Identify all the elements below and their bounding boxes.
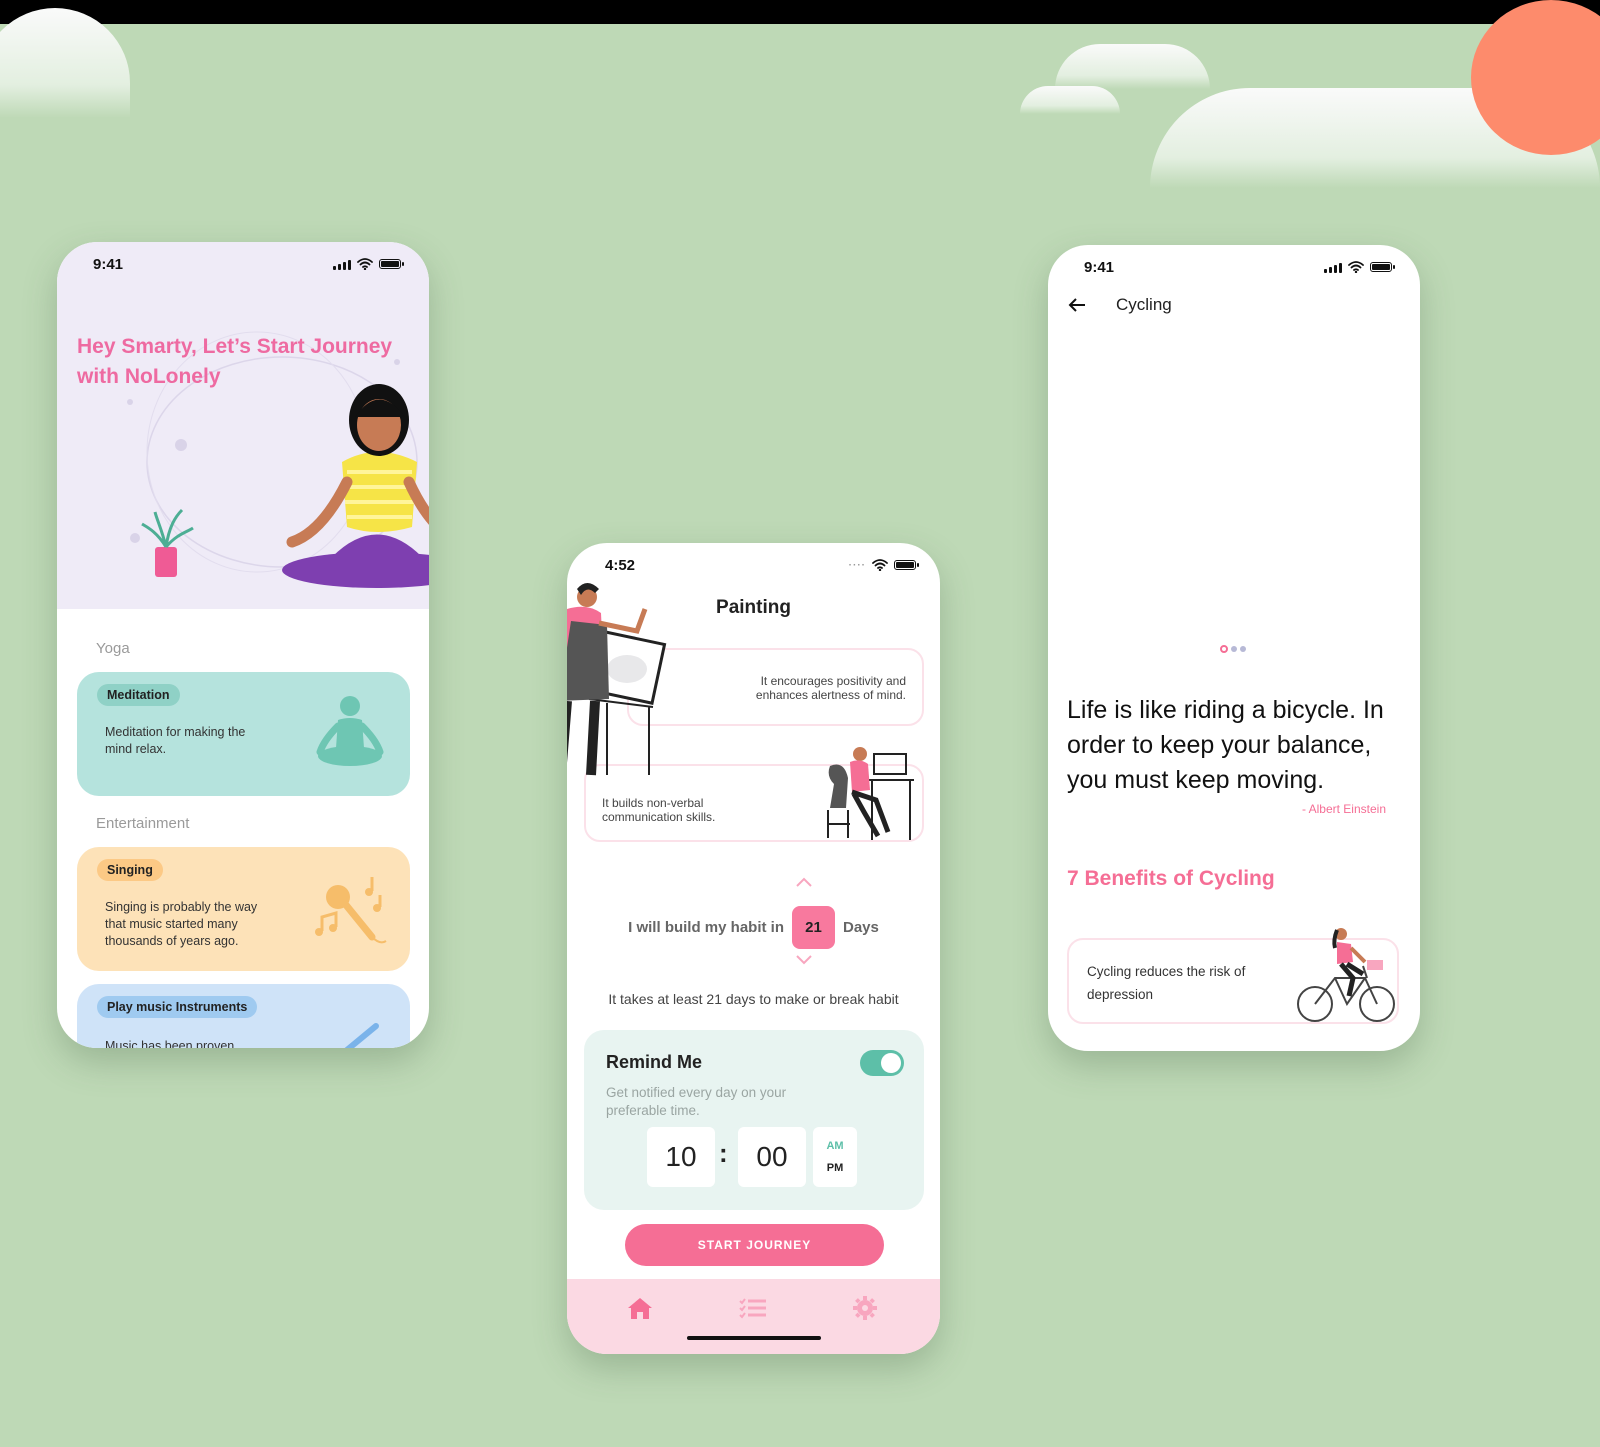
- card-description: Meditation for making the mind relax.: [105, 725, 246, 756]
- habit-setup-phone: 4:52 ···· Painting It encourages positiv…: [567, 543, 940, 1354]
- benefit-text: It builds non-verbal communication skill…: [602, 796, 716, 824]
- status-bar: 9:41: [57, 242, 429, 286]
- status-icons: [333, 258, 404, 270]
- habit-suffix: Days: [842, 918, 879, 936]
- start-journey-button[interactable]: START JOURNEY: [625, 1224, 884, 1266]
- meditation-icon: [316, 696, 384, 766]
- am-option[interactable]: AM: [826, 1140, 843, 1152]
- remind-toggle[interactable]: [860, 1050, 904, 1076]
- home-indicator: [687, 1336, 821, 1340]
- benefit-text: It encourages positivity and enhances al…: [755, 674, 906, 702]
- time-separator: :: [719, 1138, 728, 1168]
- quote-text: Life is like riding a bicycle. In order …: [1067, 696, 1384, 794]
- card-tag: Meditation: [97, 684, 180, 706]
- remind-me-panel: Remind Me Get notified every day on your…: [584, 1030, 924, 1210]
- wifi-icon: [1348, 261, 1364, 273]
- card-description: Music has been proven: [105, 1039, 235, 1048]
- quote-author: - Albert Einstein: [1301, 802, 1386, 816]
- home-screen-phone: 9:41 Hey Smarty, Let’s Start Journey wit…: [57, 242, 429, 1048]
- carousel-indicator[interactable]: [1220, 645, 1246, 653]
- remind-subtitle: Get notified every day on your preferabl…: [606, 1085, 787, 1118]
- cyclist-illustration: [1297, 928, 1395, 1022]
- bottom-nav: [567, 1279, 940, 1354]
- status-icons: [1324, 261, 1395, 273]
- benefit-card[interactable]: Cycling reduces the risk of depression: [1067, 928, 1399, 1024]
- activity-card-meditation[interactable]: Meditation Meditation for making the min…: [77, 672, 410, 796]
- page-title: Hey Smarty, Let’s Start Journey with NoL…: [77, 335, 393, 388]
- benefits-title: 7 Benefits of Cycling: [1067, 867, 1275, 890]
- activity-card-singing[interactable]: Singing Singing is probably the way that…: [77, 847, 410, 971]
- increment-days-button[interactable]: [794, 875, 814, 889]
- section-label-entertainment: Entertainment: [96, 815, 190, 832]
- signal-icon: ····: [848, 559, 866, 571]
- status-time: 9:41: [93, 255, 124, 273]
- am-pm-selector[interactable]: AM PM: [813, 1127, 857, 1187]
- meditation-illustration: [127, 331, 429, 588]
- desk-worker-illustration: [827, 747, 914, 840]
- pm-option[interactable]: PM: [827, 1162, 844, 1174]
- home-icon[interactable]: [625, 1295, 655, 1321]
- painter-illustration: [567, 583, 667, 776]
- remind-title: Remind Me: [606, 1052, 703, 1072]
- section-label-yoga: Yoga: [96, 640, 130, 657]
- habit-note: It takes at least 21 days to make or bre…: [608, 991, 899, 1007]
- battery-icon: [894, 560, 919, 570]
- guitar-icon: [344, 1023, 379, 1048]
- status-icons: ····: [848, 559, 919, 571]
- decrement-days-button[interactable]: [794, 953, 814, 967]
- cloud-decoration: [0, 8, 130, 118]
- activity-card-instruments[interactable]: Play music Instruments Music has been pr…: [77, 984, 410, 1048]
- cloud-decoration: [1055, 44, 1210, 89]
- benefit-text: Cycling reduces the risk of depression: [1087, 964, 1246, 1002]
- card-tag: Play music Instruments: [97, 996, 258, 1018]
- page-title: Cycling: [1116, 295, 1172, 314]
- habit-days-row: I will build my habit in 21 Days: [567, 904, 940, 950]
- top-border: [0, 0, 1600, 24]
- signal-icon: [333, 259, 351, 270]
- cycling-detail-phone: 9:41 Cycling Life is like riding a bicyc…: [1048, 245, 1420, 1051]
- cloud-decoration: [1020, 86, 1120, 114]
- back-arrow-icon[interactable]: [1068, 297, 1086, 313]
- status-time: 4:52: [605, 556, 636, 574]
- settings-icon[interactable]: [850, 1295, 880, 1321]
- card-description: Singing is probably the way that music s…: [105, 900, 258, 948]
- habit-days-value[interactable]: 21: [791, 905, 835, 949]
- minute-input[interactable]: 00: [738, 1127, 806, 1187]
- habit-prefix: I will build my habit in: [628, 918, 784, 936]
- signal-icon: [1324, 262, 1342, 273]
- battery-icon: [1370, 262, 1395, 272]
- battery-icon: [379, 259, 404, 269]
- status-bar: 9:41: [1048, 245, 1420, 289]
- wifi-icon: [872, 559, 888, 571]
- benefit-card: It encourages positivity and enhances al…: [627, 648, 924, 726]
- header-row: Cycling: [1068, 295, 1172, 315]
- microphone-music-icon: [315, 877, 387, 944]
- wifi-icon: [357, 258, 373, 270]
- card-tag: Singing: [97, 859, 163, 881]
- list-icon[interactable]: [738, 1295, 768, 1321]
- hero-banner: 9:41 Hey Smarty, Let’s Start Journey wit…: [57, 242, 429, 609]
- status-time: 9:41: [1084, 258, 1115, 276]
- hour-input[interactable]: 10: [647, 1127, 715, 1187]
